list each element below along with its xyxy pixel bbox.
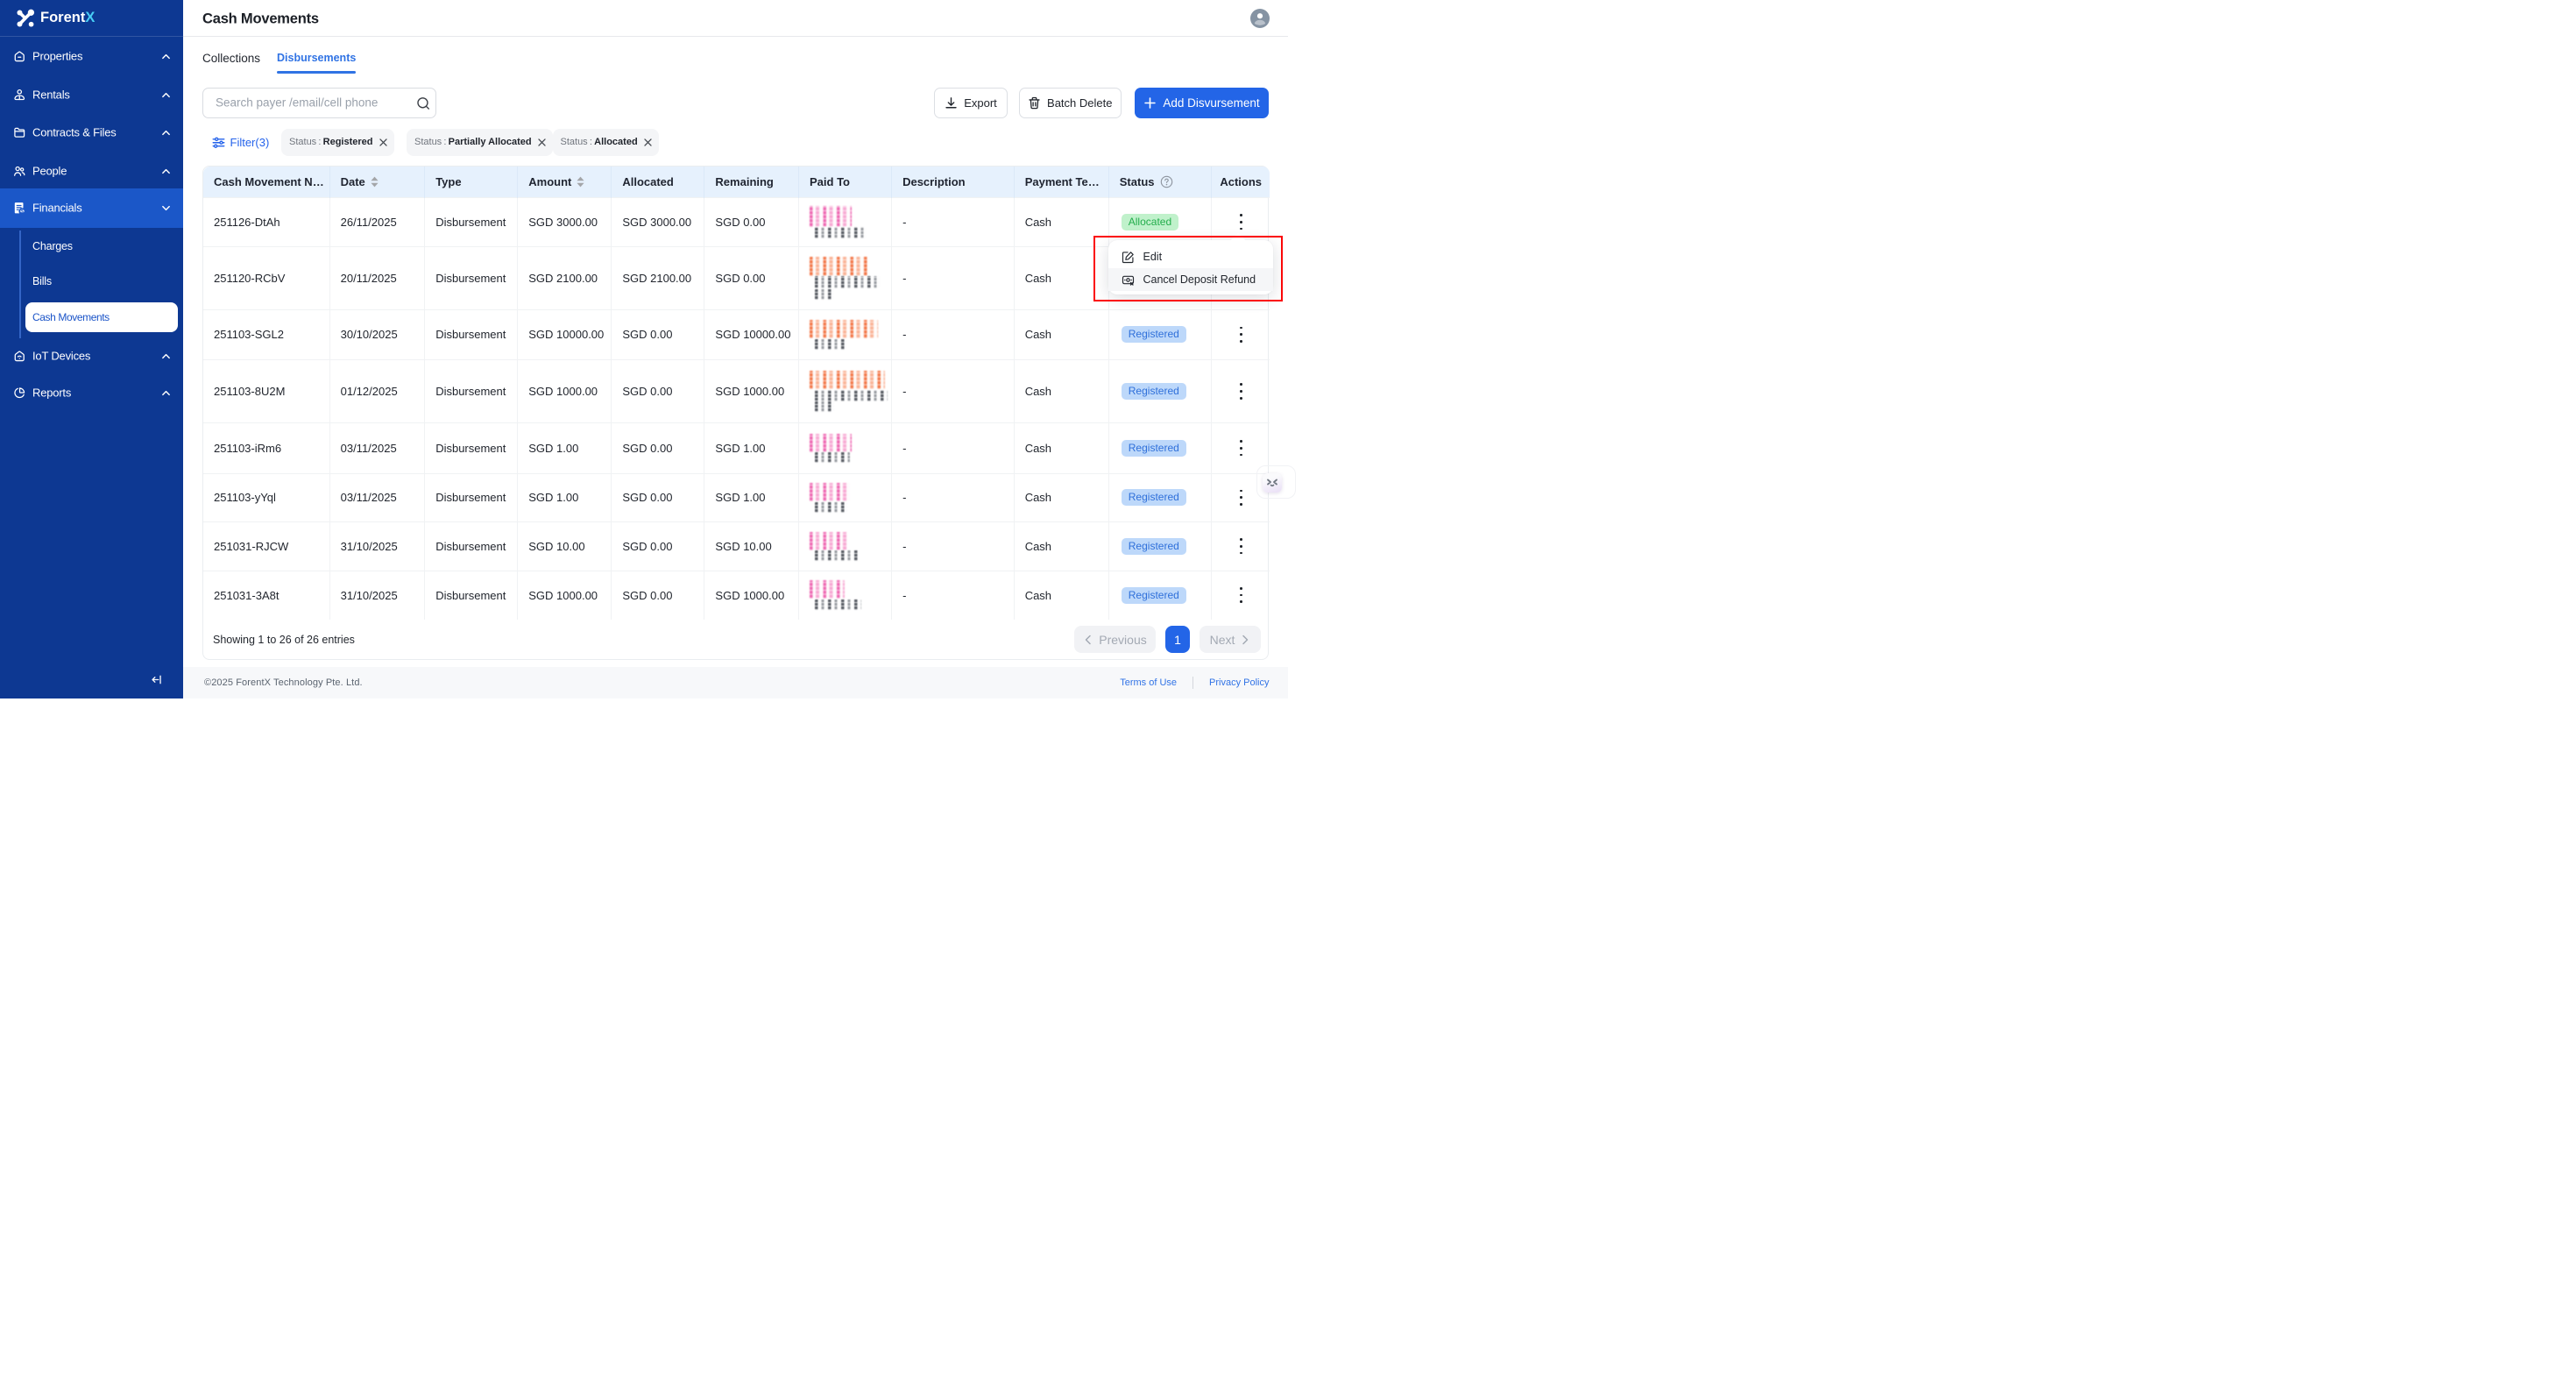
- svg-text:$: $: [21, 209, 24, 215]
